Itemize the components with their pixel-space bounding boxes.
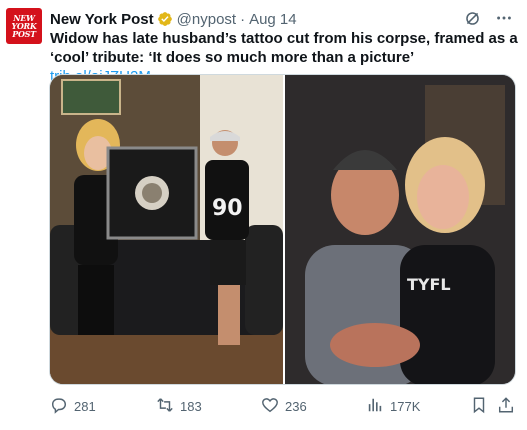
bookmark-action[interactable] — [470, 396, 488, 417]
like-count: 236 — [285, 398, 307, 414]
verified-badge-icon — [157, 11, 173, 27]
tweet-actions: 281 183 236 177K — [50, 396, 517, 416]
account-name[interactable]: New York Post — [50, 11, 154, 28]
media-photo-left[interactable]: 90 — [50, 75, 283, 384]
repost-icon — [156, 396, 174, 417]
tweet-body: Widow has late husband’s tattoo cut from… — [50, 30, 518, 66]
reply-icon — [50, 396, 68, 417]
account-handle[interactable]: @nypost — [177, 11, 236, 28]
bookmark-icon — [470, 396, 488, 417]
header-actions — [464, 9, 513, 31]
like-icon — [261, 396, 279, 417]
like-action[interactable]: 236 — [261, 396, 307, 417]
media-photo-right[interactable]: TYFL — [285, 75, 515, 384]
views-action[interactable]: 177K — [366, 396, 420, 417]
photo-left-scene: 90 — [50, 75, 283, 384]
tweet-header: New York Post @nypost · Aug 14 — [50, 9, 517, 29]
svg-text:90: 90 — [212, 196, 243, 221]
share-action[interactable] — [497, 396, 515, 417]
more-icon[interactable] — [495, 9, 513, 31]
media-grid: 90 TYFL — [49, 74, 516, 385]
tweet-date[interactable]: Aug 14 — [249, 11, 297, 28]
reply-action[interactable]: 281 — [50, 396, 96, 417]
views-icon — [366, 396, 384, 417]
avatar-text-line-3: POST — [12, 29, 36, 39]
separator-dot: · — [240, 10, 246, 28]
share-icon — [497, 396, 515, 417]
reply-count: 281 — [74, 398, 96, 414]
svg-text:TYFL: TYFL — [407, 275, 451, 294]
repost-action[interactable]: 183 — [156, 396, 202, 417]
repost-count: 183 — [180, 398, 202, 414]
avatar[interactable]: NEW YORK POST — [6, 8, 42, 44]
views-count: 177K — [390, 398, 421, 414]
photo-right-scene: TYFL — [285, 75, 515, 384]
grok-icon[interactable] — [464, 10, 481, 31]
